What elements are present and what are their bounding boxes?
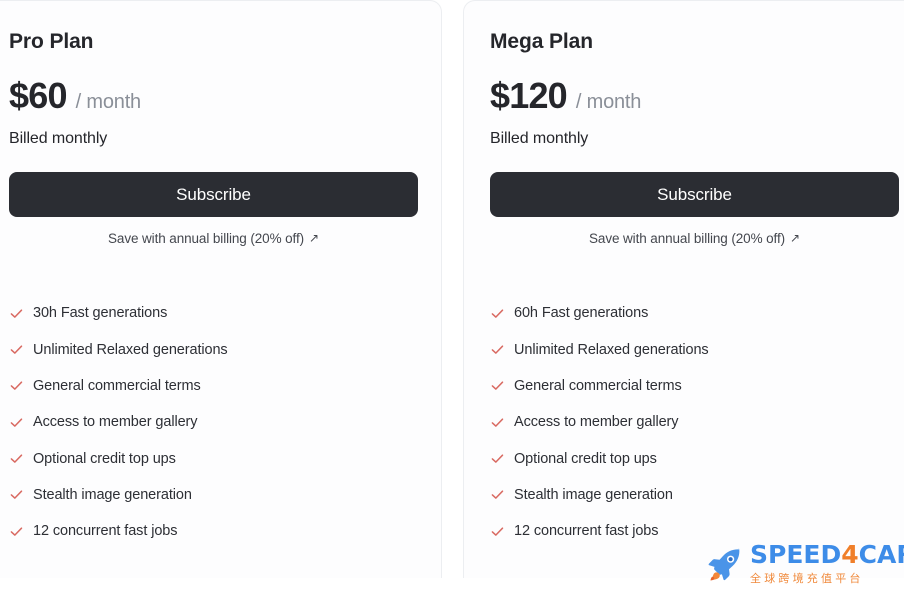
plan-card-content: Pro Plan $60 / month Billed monthly Subs…: [9, 1, 418, 549]
feature-list: 60h Fast generations Unlimited Relaxed g…: [490, 295, 899, 549]
feature-label: 60h Fast generations: [514, 305, 649, 322]
feature-label: 12 concurrent fast jobs: [514, 523, 659, 540]
feature-label: Access to member gallery: [514, 414, 679, 431]
list-item: Access to member gallery: [9, 404, 418, 440]
plan-card-mega: Mega Plan $120 / month Billed monthly Su…: [463, 0, 904, 578]
price-row: $120 / month: [490, 78, 899, 114]
check-icon: [9, 342, 24, 357]
check-icon: [490, 306, 505, 321]
check-icon: [490, 487, 505, 502]
feature-label: General commercial terms: [514, 377, 682, 394]
list-item: Unlimited Relaxed generations: [490, 331, 899, 367]
check-icon: [9, 415, 24, 430]
subscribe-button[interactable]: Subscribe: [9, 172, 418, 218]
billing-note: Billed monthly: [490, 130, 589, 148]
feature-label: Stealth image generation: [33, 486, 192, 503]
feature-label: 12 concurrent fast jobs: [33, 523, 178, 540]
feature-label: Unlimited Relaxed generations: [514, 341, 709, 358]
subscribe-button[interactable]: Subscribe: [490, 172, 899, 218]
list-item: General commercial terms: [490, 368, 899, 404]
plan-title: Pro Plan: [9, 30, 94, 53]
check-icon: [490, 524, 505, 539]
feature-label: Access to member gallery: [33, 414, 198, 431]
check-icon: [490, 451, 505, 466]
check-icon: [9, 378, 24, 393]
check-icon: [490, 342, 505, 357]
feature-label: 30h Fast generations: [33, 305, 168, 322]
list-item: 30h Fast generations: [9, 295, 418, 331]
plan-card-content: Mega Plan $120 / month Billed monthly Su…: [490, 1, 899, 549]
feature-label: Stealth image generation: [514, 486, 673, 503]
price-amount: $120: [490, 75, 568, 117]
list-item: 12 concurrent fast jobs: [9, 513, 418, 549]
feature-label: Optional credit top ups: [33, 450, 176, 467]
billing-note: Billed monthly: [9, 130, 108, 148]
price-row: $60 / month: [9, 78, 418, 114]
arrow-up-right-icon: ↗: [790, 231, 800, 246]
list-item: Stealth image generation: [9, 477, 418, 513]
feature-list: 30h Fast generations Unlimited Relaxed g…: [9, 295, 418, 549]
annual-billing-label: Save with annual billing (20% off): [589, 231, 785, 247]
list-item: Optional credit top ups: [490, 440, 899, 476]
list-item: Access to member gallery: [490, 404, 899, 440]
check-icon: [490, 415, 505, 430]
price-period: / month: [75, 91, 142, 114]
annual-billing-link[interactable]: Save with annual billing (20% off) ↗: [9, 231, 418, 246]
price-period: / month: [575, 91, 642, 114]
price-amount: $60: [9, 75, 67, 117]
list-item: Optional credit top ups: [9, 440, 418, 476]
list-item: Stealth image generation: [490, 477, 899, 513]
list-item: 12 concurrent fast jobs: [490, 513, 899, 549]
check-icon: [9, 487, 24, 502]
check-icon: [9, 451, 24, 466]
list-item: Unlimited Relaxed generations: [9, 331, 418, 367]
feature-label: Unlimited Relaxed generations: [33, 341, 228, 358]
plan-card-pro: Pro Plan $60 / month Billed monthly Subs…: [0, 0, 442, 578]
annual-billing-link[interactable]: Save with annual billing (20% off) ↗: [490, 231, 899, 246]
feature-label: General commercial terms: [33, 377, 201, 394]
check-icon: [9, 524, 24, 539]
arrow-up-right-icon: ↗: [309, 231, 319, 246]
check-icon: [9, 306, 24, 321]
feature-label: Optional credit top ups: [514, 450, 657, 467]
check-icon: [490, 378, 505, 393]
list-item: 60h Fast generations: [490, 295, 899, 331]
annual-billing-label: Save with annual billing (20% off): [108, 231, 304, 247]
plan-title: Mega Plan: [490, 30, 593, 53]
list-item: General commercial terms: [9, 368, 418, 404]
pricing-plans-page: Pro Plan $60 / month Billed monthly Subs…: [0, 0, 904, 590]
